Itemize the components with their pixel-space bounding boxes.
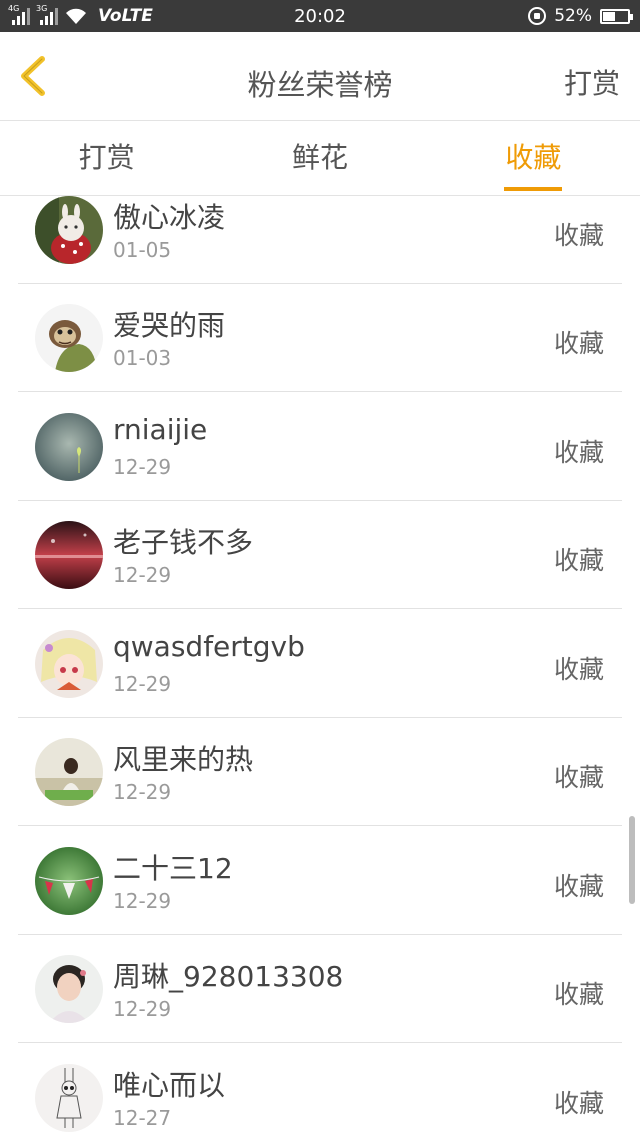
action-type: 收藏 <box>553 438 604 467</box>
battery-icon <box>600 8 633 24</box>
list-item[interactable]: 傲心冰凌 01-05 收藏 <box>18 196 622 284</box>
fan-name: qwasdfertgvb <box>113 630 305 663</box>
tab-bar: 打赏 鲜花 收藏 <box>0 121 640 195</box>
avatar <box>35 738 103 806</box>
list-item[interactable]: 老子钱不多 12-29 收藏 <box>18 501 622 609</box>
list-item[interactable]: 周琳_928013308 12-29 收藏 <box>18 935 622 1043</box>
tab-reward[interactable]: 打赏 <box>0 121 213 195</box>
fan-name: rniaijie <box>113 413 208 446</box>
action-type: 收藏 <box>553 872 604 901</box>
fan-date: 12-29 <box>113 997 172 1021</box>
reward-button[interactable]: 打赏 <box>564 62 620 102</box>
fan-date: 12-29 <box>113 889 172 913</box>
fan-date: 12-27 <box>113 1106 172 1130</box>
fan-name: 周琳_928013308 <box>113 960 344 993</box>
fan-date: 12-29 <box>113 780 172 804</box>
tab-indicator <box>504 187 563 191</box>
action-type: 收藏 <box>553 546 604 575</box>
action-type: 收藏 <box>553 763 604 792</box>
fan-date: 12-29 <box>113 563 172 587</box>
page-title: 粉丝荣誉榜 <box>247 68 393 102</box>
nav-bar: 粉丝荣誉榜 打赏 <box>0 32 640 120</box>
battery-fill <box>603 11 615 21</box>
avatar <box>35 196 103 264</box>
list-item[interactable]: qwasdfertgvb 12-29 收藏 <box>18 610 622 718</box>
fan-date: 01-03 <box>113 346 172 370</box>
list-item[interactable]: 唯心而以 12-27 收藏 <box>18 1044 622 1138</box>
battery-percent: 52% <box>554 6 592 26</box>
fan-list: 傲心冰凌 01-05 收藏 爱哭的雨 01-03 收藏 rniaijie 12-… <box>0 196 640 1138</box>
fan-name: 唯心而以 <box>113 1069 226 1102</box>
fan-date: 12-29 <box>113 455 172 479</box>
avatar <box>35 630 103 698</box>
fan-name: 二十三12 <box>113 852 233 885</box>
action-type: 收藏 <box>553 655 604 684</box>
avatar <box>35 521 103 589</box>
tab-label: 打赏 <box>78 141 135 174</box>
avatar <box>35 1064 103 1132</box>
fan-date: 12-29 <box>113 672 172 696</box>
row-divider <box>18 608 622 609</box>
row-divider <box>18 391 622 392</box>
row-divider <box>18 1042 622 1043</box>
rotation-lock-icon <box>528 7 547 25</box>
fan-name: 爱哭的雨 <box>113 309 226 342</box>
avatar <box>35 413 103 481</box>
fan-name: 傲心冰凌 <box>113 201 226 234</box>
avatar <box>35 847 103 915</box>
tab-favorites[interactable]: 收藏 <box>427 121 640 195</box>
fan-name: 风里来的热 <box>113 743 254 776</box>
tab-label: 收藏 <box>505 141 562 174</box>
status-right: 52% <box>528 4 633 28</box>
tab-label: 鲜花 <box>291 141 348 174</box>
list-item[interactable]: 爱哭的雨 01-03 收藏 <box>18 284 622 392</box>
action-type: 收藏 <box>553 1089 604 1118</box>
action-type: 收藏 <box>553 221 604 250</box>
list-item[interactable]: rniaijie 12-29 收藏 <box>18 393 622 501</box>
fan-date: 01-05 <box>113 238 172 262</box>
list-item[interactable]: 风里来的热 12-29 收藏 <box>18 718 622 826</box>
row-divider <box>18 825 622 826</box>
status-bar: 4G 3G VoLTE 20:02 52% <box>0 0 640 32</box>
avatar <box>35 955 103 1023</box>
list-item[interactable]: 二十三12 12-29 收藏 <box>18 827 622 935</box>
fan-name: 老子钱不多 <box>113 526 254 559</box>
avatar <box>35 304 103 372</box>
scrollbar[interactable] <box>629 816 635 904</box>
action-type: 收藏 <box>553 329 604 358</box>
tab-flowers[interactable]: 鲜花 <box>213 121 426 195</box>
action-type: 收藏 <box>553 980 604 1009</box>
